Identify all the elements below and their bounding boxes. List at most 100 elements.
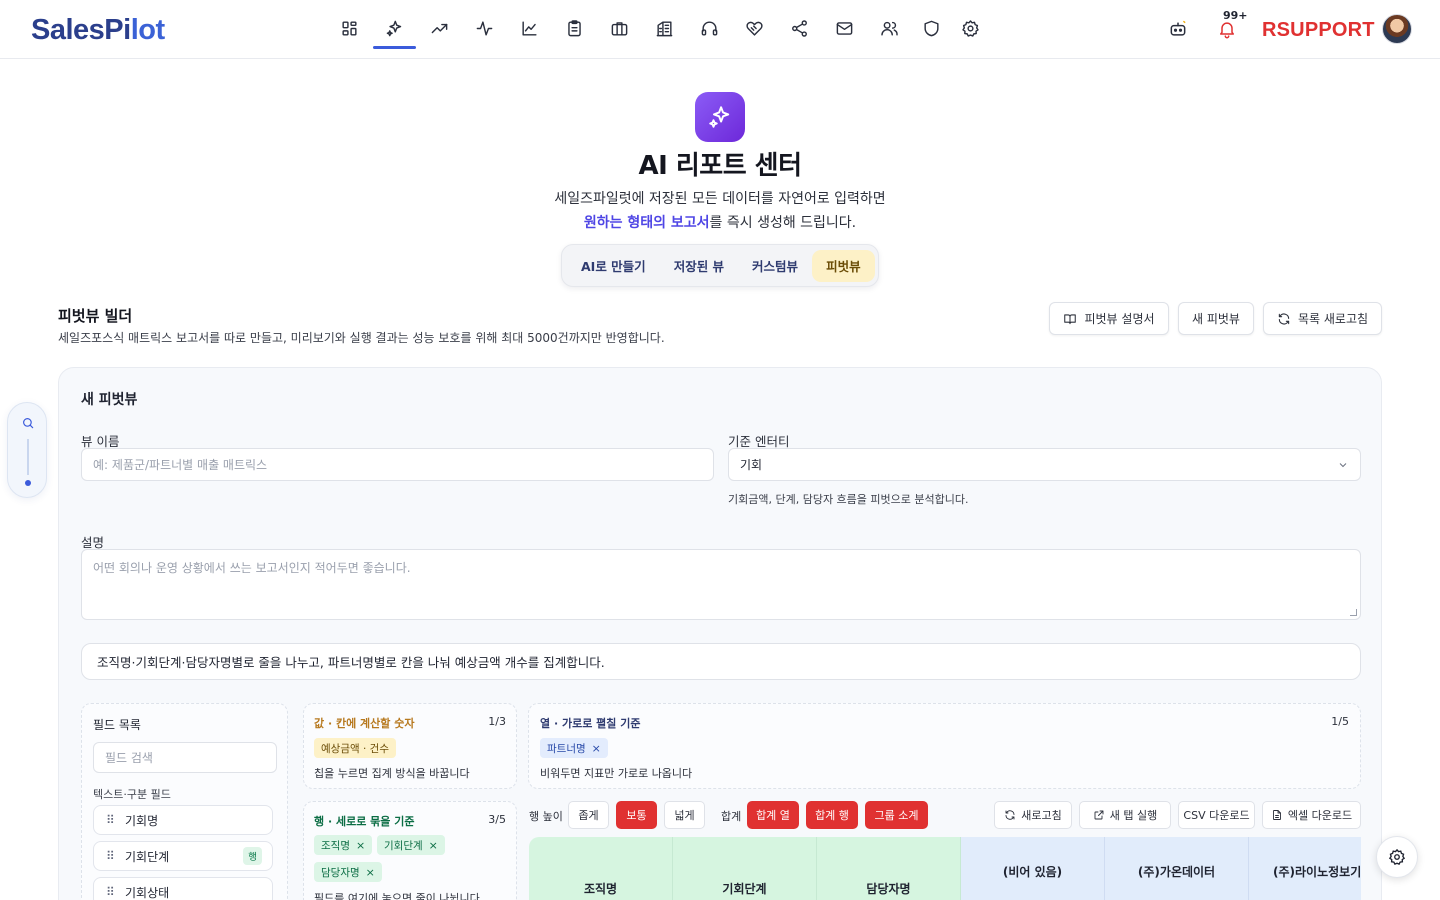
rows-zone-count: 3/5	[488, 813, 506, 826]
row-chip[interactable]: 조직명 ×	[314, 835, 373, 855]
dashboard-icon	[342, 20, 357, 36]
total-column-toggle[interactable]: 합계 열	[747, 801, 799, 829]
nav-users[interactable]	[867, 8, 912, 48]
csv-download-button[interactable]: CSV 다운로드	[1178, 801, 1255, 829]
rows-zone-note: 필드를 여기에 놓으면 줄이 나뉩니다	[314, 892, 480, 900]
handshake-icon	[746, 21, 763, 36]
entity-select[interactable]: 기회	[728, 448, 1361, 481]
app-logo[interactable]: SalesPilot	[31, 14, 165, 47]
row-header-cell[interactable]: 기회단계	[673, 837, 817, 900]
field-item[interactable]: ⠿ 기회상태	[93, 877, 273, 900]
row-height-normal[interactable]: 보통	[616, 801, 657, 829]
field-role-badge: 행	[243, 847, 262, 865]
view-name-input[interactable]: 예: 제품군/파트너별 매출 매트릭스	[81, 448, 714, 481]
values-zone-note: 칩을 누르면 집계 방식을 바꿉니다	[314, 767, 470, 780]
nav-settings[interactable]	[951, 8, 990, 48]
tab-ai-create[interactable]: AI로 만들기	[567, 250, 660, 282]
tab-saved-views[interactable]: 저장된 뷰	[660, 250, 738, 282]
column-header-cell[interactable]: (주)가온데이터	[1105, 837, 1249, 900]
refresh-icon	[1005, 810, 1015, 820]
nav-ai-report[interactable]	[372, 8, 417, 49]
columns-drop-zone[interactable]: 열 · 가로로 펼칠 기준 1/5 파트너명 × 비워두면 지표만 가로로 나옵니…	[528, 703, 1361, 789]
settings-icon	[1388, 848, 1406, 865]
column-header-cell[interactable]: (비어 있음)	[961, 837, 1105, 900]
row-chip[interactable]: 기회단계 ×	[377, 835, 445, 855]
briefcase-icon	[611, 21, 628, 36]
bell-icon[interactable]	[1217, 19, 1237, 39]
nav-tasks[interactable]	[552, 8, 597, 48]
ai-sparkles-icon	[386, 20, 402, 36]
nav-analytics[interactable]	[507, 8, 552, 48]
nav-deals[interactable]	[597, 8, 642, 48]
floating-settings-button[interactable]	[1376, 836, 1418, 878]
side-search-rail[interactable]	[7, 402, 47, 498]
building-icon	[656, 20, 673, 36]
share-icon	[792, 19, 807, 37]
card-title: 새 피벗뷰	[81, 392, 138, 408]
field-item[interactable]: ⠿ 기회명	[93, 805, 273, 835]
row-chip[interactable]: 담당자명 ×	[314, 862, 382, 882]
nav-mail[interactable]	[822, 8, 867, 48]
row-header-cell[interactable]: 조직명	[529, 837, 673, 900]
row-height-wide[interactable]: 넓게	[664, 801, 705, 829]
remove-chip-icon[interactable]: ×	[366, 866, 375, 879]
ai-bot-icon[interactable]	[1168, 19, 1188, 39]
field-item[interactable]: ⠿ 기회단계 행	[93, 841, 273, 871]
nav-trends[interactable]	[417, 8, 462, 48]
drag-handle-icon: ⠿	[106, 885, 115, 899]
field-list-title: 필드 목록	[93, 718, 141, 732]
tab-pivot-view[interactable]: 피벗뷰	[812, 249, 875, 282]
section-title: 피벗뷰 빌더	[58, 307, 133, 325]
nav-partners[interactable]	[732, 8, 777, 48]
remove-chip-icon[interactable]: ×	[429, 839, 438, 852]
value-chip[interactable]: 예상금액 · 건수	[314, 738, 396, 758]
section-description: 세일즈포스식 매트릭스 보고서를 따로 만들고, 미리보기와 실행 결과는 성능…	[58, 331, 665, 345]
field-group-label: 텍스트·구분 필드	[93, 788, 171, 801]
open-new-tab-button[interactable]: 새 탭 실행	[1079, 801, 1171, 829]
rows-drop-zone[interactable]: 행 · 세로로 묶을 기준 3/5 조직명 × 기회단계 × 담당자명 × 필드를 여…	[303, 801, 517, 900]
external-link-icon	[1094, 810, 1104, 820]
refresh-icon	[1278, 313, 1290, 324]
pivot-form-card: 새 피벗뷰 뷰 이름 예: 제품군/파트너별 매출 매트릭스 기준 엔터티 기회…	[58, 367, 1382, 900]
line-chart-icon	[522, 20, 537, 36]
search-icon	[23, 418, 34, 429]
chevron-down-icon	[1339, 462, 1347, 467]
description-textarea[interactable]: 어떤 회의나 운영 상황에서 쓰는 보고서인지 적어두면 좋습니다.	[81, 549, 1361, 620]
column-header-cell[interactable]: (주)라이노정보기	[1249, 837, 1361, 900]
nav-activity[interactable]	[462, 8, 507, 48]
page-title: AI 리포트 센터	[638, 151, 803, 181]
row-header-cell[interactable]: 담당자명	[817, 837, 961, 900]
row-height-narrow[interactable]: 좁게	[568, 801, 609, 829]
columns-zone-note: 비워두면 지표만 가로로 나옵니다	[540, 767, 693, 780]
total-row-toggle[interactable]: 합계 행	[806, 801, 858, 829]
avatar[interactable]	[1382, 14, 1412, 44]
tab-custom-view[interactable]: 커스텀뷰	[738, 250, 812, 282]
columns-zone-title: 열 · 가로로 펼칠 기준	[540, 717, 641, 730]
users-icon	[881, 21, 898, 36]
clipboard-icon	[568, 19, 581, 36]
pivot-refresh-button[interactable]: 새로고침	[994, 801, 1072, 829]
pivot-summary: 조직명·기회단계·담당자명별로 줄을 나누고, 파트너명별로 칸을 나눠 예상금…	[81, 643, 1361, 680]
pivot-guide-button[interactable]: 피벗뷰 설명서	[1049, 302, 1169, 335]
remove-chip-icon[interactable]: ×	[356, 839, 365, 852]
refresh-list-button[interactable]: 목록 새로고침	[1263, 302, 1382, 335]
ai-report-icon	[695, 92, 745, 142]
column-chip[interactable]: 파트너명 ×	[540, 738, 608, 758]
remove-chip-icon[interactable]: ×	[592, 742, 601, 755]
nav-share[interactable]	[777, 8, 822, 48]
main-nav	[327, 8, 990, 49]
nav-dashboard[interactable]	[327, 8, 372, 48]
activity-icon	[476, 20, 493, 36]
field-search-input[interactable]: 필드 검색	[93, 742, 277, 773]
group-subtotal-toggle[interactable]: 그룹 소계	[865, 801, 928, 829]
nav-accounts[interactable]	[642, 8, 687, 48]
values-drop-zone[interactable]: 값 · 칸에 계산할 숫자 1/3 예상금액 · 건수 칩을 누르면 집계 방식…	[303, 703, 517, 789]
excel-download-button[interactable]: 엑셀 다운로드	[1262, 801, 1361, 829]
report-mode-tabs: AI로 만들기 저장된 뷰 커스텀뷰 피벗뷰	[561, 244, 879, 287]
resize-handle[interactable]	[1350, 609, 1357, 616]
new-pivot-button[interactable]: 새 피벗뷰	[1178, 302, 1254, 335]
nav-support[interactable]	[687, 8, 732, 48]
rows-zone-title: 행 · 세로로 묶을 기준	[314, 815, 415, 828]
notification-count: 99+	[1223, 9, 1248, 22]
nav-security[interactable]	[912, 8, 951, 48]
